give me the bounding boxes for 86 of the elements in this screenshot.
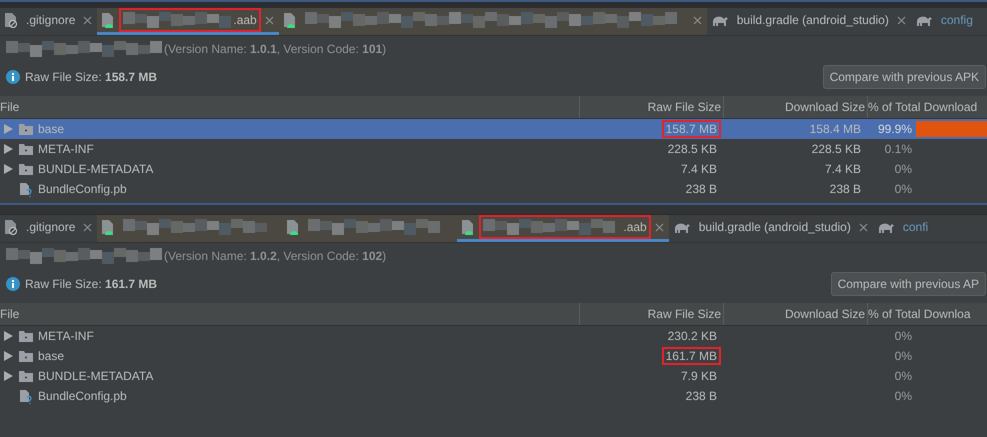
raw-size: 230.2 KB [666,328,718,345]
editor-tab[interactable]: build.gradle (android_studio) [668,215,873,242]
column-header[interactable]: % of Total Download [868,96,987,118]
file-name: BundleConfig.pb [38,389,127,403]
unknown-file-icon [19,388,33,404]
folder-icon [19,144,33,154]
splitter-bar[interactable] [0,203,987,215]
file-name: BUNDLE-METADATA [38,369,154,383]
close-icon[interactable] [896,16,906,24]
version-info: (Version Name: 1.0.1, Version Code: 101) [164,42,386,56]
percent: 0% [894,162,912,176]
column-header[interactable]: Raw File Size [580,303,724,325]
raw-size: 238 B [684,388,718,405]
raw-size: 238 B [684,181,718,198]
editor-tab[interactable]: .gitignore [0,8,98,35]
selected-row[interactable]: base 158.7 MB 158.4 MB 99.9% [0,119,987,139]
percent: 99.9% [876,122,912,136]
close-icon[interactable] [264,16,274,24]
column-header[interactable]: Download Size [724,96,868,118]
compare-button[interactable]: Compare with previous APK [822,65,986,89]
column-header[interactable]: File [0,96,580,118]
android-file-icon [461,219,476,235]
close-icon[interactable] [858,222,868,232]
folder-icon [19,330,33,342]
info-icon [6,70,20,84]
editor-tab[interactable]: config [910,8,982,35]
file-name: META-INF [38,329,94,343]
info-icon [6,277,20,291]
folder-icon [19,164,33,174]
raw-size: 7.4 KB [680,161,718,178]
editor-tab[interactable]: build.gradle (android_studio) [706,8,911,35]
percent: 0% [894,349,912,363]
unknown-file-icon [19,182,33,196]
ignored-file-icon [4,219,18,235]
tab-label: .gitignore [26,220,76,234]
close-icon[interactable] [654,222,664,232]
raw-size: 161.7 MB [662,347,721,365]
column-header[interactable]: File [0,303,580,325]
column-header[interactable]: Download Size [724,303,868,325]
editor-tab[interactable]: confi [872,215,938,242]
raw-size: 228.5 KB [666,141,718,158]
percent: 0% [894,389,912,403]
editor-tab[interactable]: .aab [457,215,669,242]
editor-tab[interactable]: .aab [97,8,279,35]
raw-file-size-text: Raw File Size: 161.7 MB [25,277,158,291]
close-icon[interactable] [83,16,92,24]
raw-size: 158.7 MB [662,120,721,138]
editor-tab[interactable]: .gitignore [0,215,98,242]
editor-tab[interactable] [97,215,282,242]
android-file-icon [101,219,116,235]
tab-label: build.gradle (android_studio) [736,13,889,27]
file-name: base [38,349,64,363]
raw-file-size-text: Raw File Size: 158.7 MB [25,70,158,84]
close-icon[interactable] [692,16,702,24]
tab-label: config [940,13,973,27]
close-icon[interactable] [83,222,92,232]
ignored-file-icon [4,12,18,28]
raw-size: 7.9 KB [680,368,718,385]
android-file-icon [282,12,297,28]
file-name: META-INF [38,142,94,156]
file-name: BUNDLE-METADATA [38,162,154,176]
column-header[interactable]: Raw File Size [580,96,724,118]
tab-label: build.gradle (android_studio) [698,220,851,234]
percent: 0% [894,182,912,196]
android-file-icon [286,219,300,235]
file-name: base [38,122,64,136]
tab-label: .aab [623,220,647,234]
tab-label: confi [902,220,928,234]
android-file-icon [101,12,116,28]
column-header[interactable]: % of Total Downloa [868,303,987,325]
download-size: 158.4 MB [808,121,862,138]
folder-icon [19,350,33,362]
version-info: (Version Name: 1.0.2, Version Code: 102) [164,249,386,263]
tab-label: .aab [233,13,257,27]
folder-icon [19,124,33,134]
percent: 0.1% [884,142,912,156]
editor-tab[interactable] [278,8,707,35]
download-size: 7.4 KB [824,161,862,178]
percent: 0% [894,329,912,343]
file-name: BundleConfig.pb [38,182,127,196]
folder-icon [19,370,33,382]
compare-button[interactable]: Compare with previous AP [830,272,986,296]
download-size: 228.5 KB [810,141,862,158]
download-size: 238 B [828,181,862,198]
tab-label: .gitignore [26,13,76,27]
percent: 0% [894,369,912,383]
